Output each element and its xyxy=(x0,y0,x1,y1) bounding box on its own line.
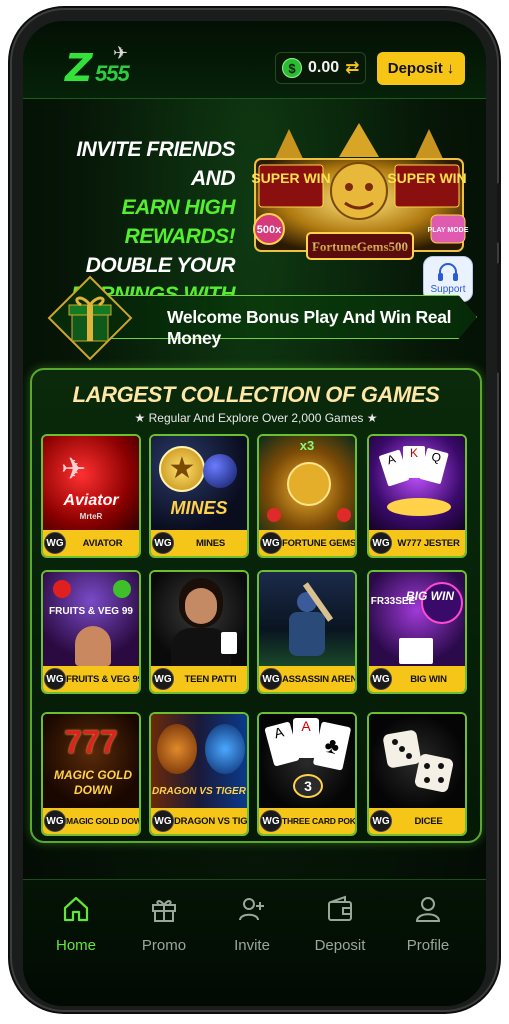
game-name: W777 JESTER xyxy=(397,537,460,549)
person-icon xyxy=(185,588,217,624)
game-name: FRUITS & VEG 99 xyxy=(66,673,139,685)
game-card-assassin-arena[interactable]: WGASSASSIN ARENA xyxy=(257,570,357,694)
nav-label: Invite xyxy=(234,937,270,954)
game-card-big-win[interactable]: FR33SEE BIG WIN WG BIG WIN xyxy=(367,570,467,694)
game-card-dragon-vs-tiger[interactable]: DRAGON VS TIGER WGDRAGON VS TIGER xyxy=(149,712,249,836)
volume-button xyxy=(497,183,501,243)
bomb-icon xyxy=(203,454,237,488)
provider-badge: WG xyxy=(370,532,392,554)
balance-display[interactable]: $ 0.00 ⇄ xyxy=(275,52,367,84)
wallet-icon xyxy=(328,895,352,921)
dice-icon xyxy=(383,730,454,793)
nav-label: Promo xyxy=(141,937,187,954)
game-card-fortune-gems[interactable]: x3 WG FORTUNE GEMS xyxy=(257,434,357,558)
game-name: BIG WIN xyxy=(410,673,447,685)
dollar-coin-icon: $ xyxy=(282,58,302,78)
game-card-mines[interactable]: ★ MINES WG MINES xyxy=(149,434,249,558)
deposit-button-label: Deposit xyxy=(387,60,443,77)
nav-invite[interactable]: Invite xyxy=(212,894,292,954)
person-icon xyxy=(75,626,111,666)
home-icon xyxy=(63,896,89,922)
provider-badge: WG xyxy=(152,810,174,832)
deposit-button[interactable]: Deposit ↓ xyxy=(377,52,465,85)
game-name: FORTUNE GEMS xyxy=(282,537,355,549)
dragon-icon xyxy=(157,724,197,774)
provider-badge: WG xyxy=(260,668,282,690)
nav-deposit[interactable]: Deposit xyxy=(300,894,380,954)
games-grid: Aviator MrteR ✈ WG AVIATOR ★ MINES WG MINE… xyxy=(41,434,477,836)
brand-logo[interactable]: Z 555 ✈ xyxy=(65,43,155,89)
svg-text:SUPER WIN: SUPER WIN xyxy=(251,170,330,186)
svg-text:SUPER WIN: SUPER WIN xyxy=(387,170,466,186)
top-header: Z 555 ✈ $ 0.00 ⇄ Deposit ↓ xyxy=(23,21,486,99)
provider-badge: WG xyxy=(152,532,174,554)
nav-profile[interactable]: Profile xyxy=(388,894,468,954)
provider-badge: WG xyxy=(152,668,174,690)
power-button xyxy=(497,263,501,373)
game-name: MAGIC GOLD DOWN xyxy=(66,816,139,826)
provider-badge: WG xyxy=(260,810,282,832)
game-card-dicee[interactable]: WG DICEE xyxy=(367,712,467,836)
provider-badge: WG xyxy=(370,668,392,690)
refresh-swap-icon[interactable]: ⇄ xyxy=(345,58,359,78)
svg-text:FortuneGems500: FortuneGems500 xyxy=(312,239,408,254)
fortune-gems-artwork: SUPER WIN SUPER WIN 500x PLAY MODE Fortu… xyxy=(251,123,469,260)
logo-text: 555 xyxy=(95,61,130,86)
game-name: MINES xyxy=(195,537,226,549)
games-panel: LARGEST COLLECTION OF GAMES ★ Regular An… xyxy=(30,368,482,843)
nav-label: Profile xyxy=(406,937,450,954)
gift-box-icon xyxy=(47,275,133,361)
card-icon xyxy=(399,638,433,664)
provider-badge: WG xyxy=(260,532,282,554)
welcome-bonus-strip[interactable]: Welcome Bonus Play And Win Real Money xyxy=(37,265,477,361)
game-card-aviator[interactable]: Aviator MrteR ✈ WG AVIATOR xyxy=(41,434,141,558)
user-icon xyxy=(415,897,441,922)
nav-label: Home xyxy=(55,937,96,954)
game-name: AVIATOR xyxy=(82,537,123,549)
provider-badge: WG xyxy=(370,810,392,832)
nav-home[interactable]: Home xyxy=(36,894,116,954)
plane-icon: ✈ xyxy=(113,43,129,63)
game-card-fruits-veg-99[interactable]: FRUITS & VEG 99 WG FRUITS & VEG 99 xyxy=(41,570,141,694)
nav-promo[interactable]: Promo xyxy=(124,894,204,954)
airplane-icon: ✈ xyxy=(61,453,87,486)
provider-badge: WG xyxy=(44,810,66,832)
svg-text:PLAY MODE: PLAY MODE xyxy=(428,227,469,234)
golden-idol-icon xyxy=(287,462,331,506)
game-name: DRAGON VS TIGER xyxy=(174,815,247,827)
svg-text:500x: 500x xyxy=(257,224,282,236)
bottom-nav: Home Promo Invite Deposit Profile xyxy=(23,879,486,1006)
game-name: DICEE xyxy=(414,815,443,827)
nav-label: Deposit xyxy=(314,937,366,954)
provider-badge: WG xyxy=(44,532,66,554)
coin-pile-icon xyxy=(387,498,451,516)
gift-icon xyxy=(152,900,176,922)
game-card-three-card-poker[interactable]: A A ♣ 3 WGTHREE CARD POKER xyxy=(257,712,357,836)
balance-value: 0.00 xyxy=(308,59,340,76)
promo-banner[interactable]: INVITE FRIENDS AND EARN HIGH REWARDS! DO… xyxy=(23,99,486,335)
game-name: THREE CARD POKER xyxy=(282,816,355,826)
game-card-w777-jester[interactable]: A K Q WG W777 JESTER xyxy=(367,434,467,558)
fruit-icon xyxy=(53,580,71,598)
arrow-down-icon: ↓ xyxy=(446,60,455,77)
games-section-subtitle: ★ Regular And Explore Over 2,000 Games ★ xyxy=(134,411,378,425)
provider-badge: WG xyxy=(44,668,66,690)
chip-icon: 3 xyxy=(293,774,323,798)
game-card-magic-gold-down[interactable]: 777 MAGIC GOLD DOWN WGMAGIC GOLD DOWN xyxy=(41,712,141,836)
games-section-title: LARGEST COLLECTION OF GAMES xyxy=(72,382,440,407)
star-coin-icon: ★ xyxy=(159,446,205,492)
app-screen: Z 555 ✈ $ 0.00 ⇄ Deposit ↓ INVITE FRIEND… xyxy=(23,21,486,1006)
card-icon xyxy=(221,632,237,654)
welcome-bonus-text: Welcome Bonus Play And Win Real Money xyxy=(167,307,452,348)
game-name: ASSASSIN ARENA xyxy=(282,673,355,685)
game-card-teen-patti[interactable]: WG TEEN PATTI xyxy=(149,570,249,694)
game-name: TEEN PATTI xyxy=(184,673,237,685)
tiger-icon xyxy=(205,724,245,774)
add-user-icon xyxy=(239,898,264,921)
